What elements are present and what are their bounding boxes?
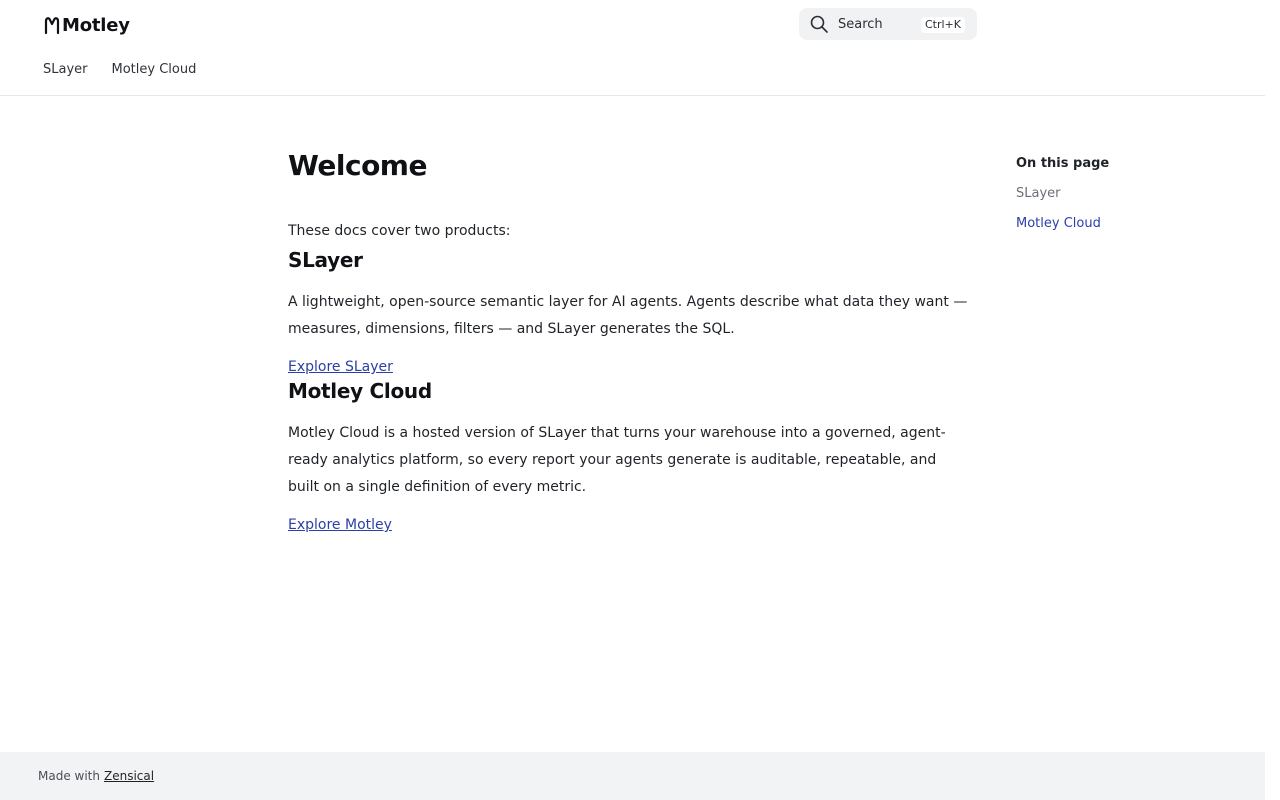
explore-motley-link[interactable]: Explore Motley <box>288 516 392 534</box>
scrollbar-gutter <box>1265 0 1280 800</box>
site-logo[interactable]: Motley <box>43 14 130 36</box>
motley-logo-icon <box>44 17 60 35</box>
search-shortcut-badge: Ctrl+K <box>920 17 965 33</box>
search-icon <box>810 15 828 33</box>
toc-item-slayer[interactable]: SLayer <box>1016 185 1216 203</box>
site-footer: Made with Zensical <box>0 752 1265 800</box>
toc-item-motley-cloud[interactable]: Motley Cloud <box>1016 215 1216 233</box>
search-placeholder: Search <box>838 16 883 32</box>
site-header: Motley Search Ctrl+K SLayer Motley Cloud <box>0 0 1265 96</box>
intro-text: These docs cover two products: <box>288 223 511 239</box>
explore-slayer-link[interactable]: Explore SLayer <box>288 358 393 376</box>
logo-text: Motley <box>62 15 130 36</box>
tab-motley-cloud[interactable]: Motley Cloud <box>112 62 197 77</box>
section-body-slayer: A lightweight, open-source semantic laye… <box>288 294 968 337</box>
toc-title: On this page <box>1016 156 1110 171</box>
section-heading-motley-cloud: Motley Cloud <box>288 379 432 403</box>
page-title: Welcome <box>288 149 427 182</box>
search-box[interactable]: Search Ctrl+K <box>799 8 977 40</box>
footer-zensical-link[interactable]: Zensical <box>104 769 154 783</box>
section-body-motley-cloud: Motley Cloud is a hosted version of SLay… <box>288 425 946 495</box>
table-of-contents: On this page SLayer Motley Cloud <box>1016 155 1216 233</box>
main-content: Welcome These docs cover two products: S… <box>288 146 968 534</box>
tab-slayer[interactable]: SLayer <box>43 62 88 77</box>
section-heading-slayer: SLayer <box>288 248 363 272</box>
footer-made-with: Made with <box>38 769 100 783</box>
top-tabs: SLayer Motley Cloud <box>43 62 196 77</box>
